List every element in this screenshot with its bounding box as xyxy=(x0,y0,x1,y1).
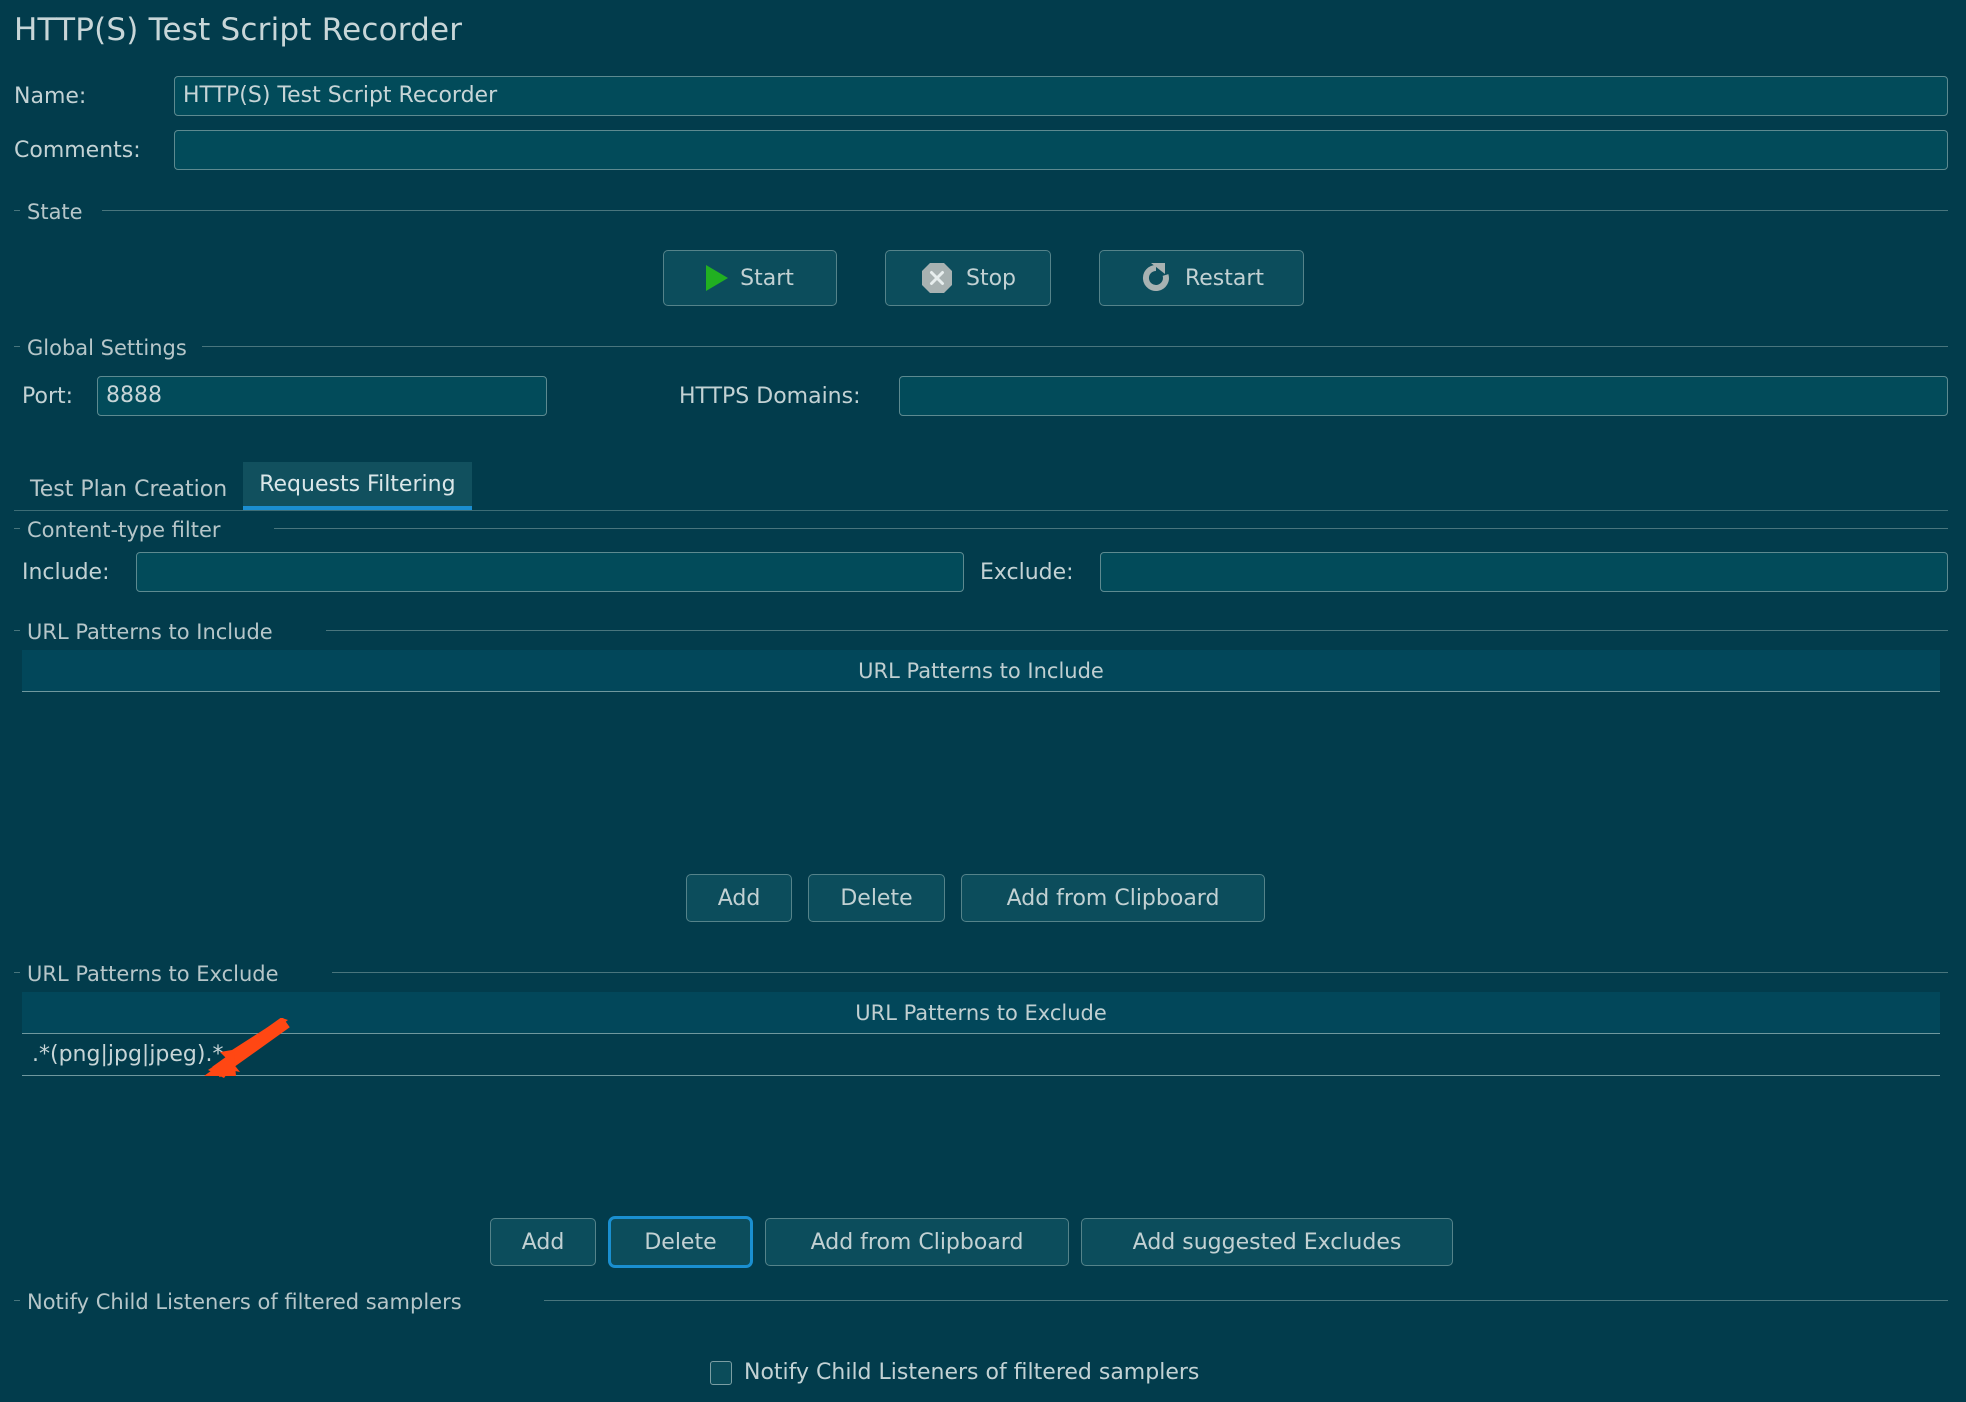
name-label: Name: xyxy=(14,83,87,109)
state-buttons: Start Stop Restart xyxy=(663,250,1304,306)
comments-field-row: Comments: xyxy=(14,130,1948,170)
url-exclude-add-suggested-excludes-button[interactable]: Add suggested Excludes xyxy=(1081,1218,1453,1266)
content-type-exclude-input[interactable] xyxy=(1100,552,1948,592)
url-include-delete-button[interactable]: Delete xyxy=(808,874,945,922)
https-domains-label: HTTPS Domains: xyxy=(679,383,861,409)
url-exclude-table-body[interactable] xyxy=(22,1076,1940,1210)
notify-checkbox-row[interactable]: Notify Child Listeners of filtered sampl… xyxy=(710,1360,1199,1385)
content-type-filter-title: Content-type filter xyxy=(22,518,226,542)
start-button-label: Start xyxy=(740,265,794,291)
filter-tabs: Test Plan Creation Requests Filtering xyxy=(14,462,472,511)
restart-arrow-icon xyxy=(1139,261,1173,295)
tab-test-plan-creation[interactable]: Test Plan Creation xyxy=(14,467,243,511)
url-include-column-header[interactable]: URL Patterns to Include xyxy=(22,650,1940,692)
restart-button-label: Restart xyxy=(1184,265,1265,291)
url-exclude-buttons: Add Delete Add from Clipboard Add sugges… xyxy=(490,1216,1453,1268)
url-include-add-button[interactable]: Add xyxy=(686,874,792,922)
https-domains-input[interactable] xyxy=(899,376,1948,416)
url-include-group-title: URL Patterns to Include xyxy=(22,620,278,644)
stop-button-label: Stop xyxy=(965,265,1016,291)
stop-button[interactable]: Stop xyxy=(885,250,1051,306)
url-exclude-add-button[interactable]: Add xyxy=(490,1218,596,1266)
url-exclude-add-from-clipboard-button[interactable]: Add from Clipboard xyxy=(765,1218,1069,1266)
stop-octagon-icon xyxy=(920,261,954,295)
start-button[interactable]: Start xyxy=(663,250,837,306)
port-label: Port: xyxy=(22,383,74,409)
url-include-buttons: Add Delete Add from Clipboard xyxy=(686,874,1265,922)
url-include-table-body[interactable] xyxy=(22,692,1940,870)
tabs-underline xyxy=(14,510,1948,511)
comments-label: Comments: xyxy=(14,137,141,163)
comments-input[interactable] xyxy=(174,130,1948,170)
notify-checkbox-label: Notify Child Listeners of filtered sampl… xyxy=(744,1360,1200,1385)
url-include-table: URL Patterns to Include xyxy=(22,650,1940,870)
tab-requests-filtering[interactable]: Requests Filtering xyxy=(243,462,472,511)
table-row[interactable]: .*(png|jpg|jpeg).* xyxy=(22,1034,1940,1076)
url-exclude-table: URL Patterns to Exclude .*(png|jpg|jpeg)… xyxy=(22,992,1940,1210)
play-icon xyxy=(706,265,729,291)
url-include-add-from-clipboard-button[interactable]: Add from Clipboard xyxy=(961,874,1265,922)
name-field-row: Name: xyxy=(14,76,1948,116)
recorder-panel: HTTP(S) Test Script Recorder Name: Comme… xyxy=(0,0,1966,1402)
exclude-label: Exclude: xyxy=(980,559,1074,585)
notify-group-title: Notify Child Listeners of filtered sampl… xyxy=(22,1290,467,1314)
state-group-title: State xyxy=(22,200,88,224)
port-input[interactable] xyxy=(97,376,547,416)
content-type-filter-row: Include: Exclude: xyxy=(22,552,1948,592)
notify-child-listeners-checkbox[interactable] xyxy=(710,1360,732,1385)
url-exclude-delete-button[interactable]: Delete xyxy=(608,1216,753,1268)
name-input[interactable] xyxy=(174,76,1948,116)
global-settings-group-title: Global Settings xyxy=(22,336,192,360)
content-type-include-input[interactable] xyxy=(136,552,964,592)
include-label: Include: xyxy=(22,559,110,585)
restart-button[interactable]: Restart xyxy=(1099,250,1304,306)
url-exclude-group-title: URL Patterns to Exclude xyxy=(22,962,284,986)
url-exclude-column-header[interactable]: URL Patterns to Exclude xyxy=(22,992,1940,1034)
page-title: HTTP(S) Test Script Recorder xyxy=(14,12,463,48)
global-settings-row: Port: HTTPS Domains: xyxy=(22,376,1948,416)
